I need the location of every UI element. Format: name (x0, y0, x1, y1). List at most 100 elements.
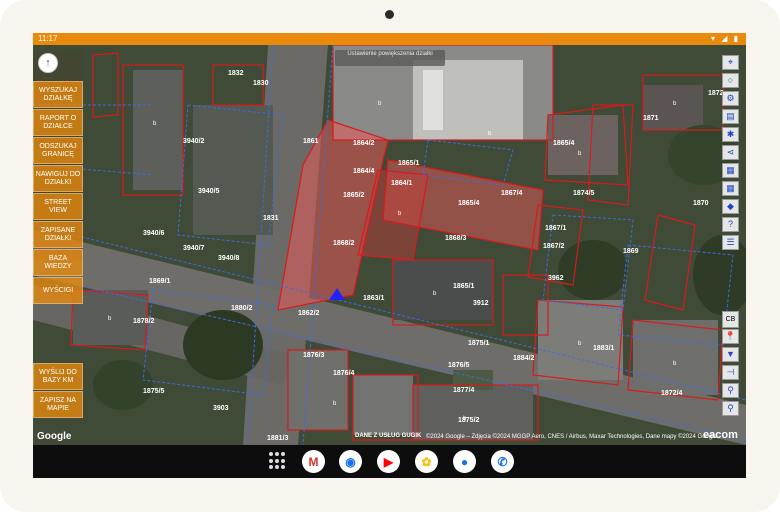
satellite-map[interactable]: 3940/2 3940/5 3940/7 3940/8 3940/6 1861 … (33, 45, 746, 445)
settings-icon[interactable]: ⚙ (722, 91, 739, 106)
screen: 11:17 ▾ ◢ ▮ 3940/2 3940/5 3940/7 3940/8 … (33, 33, 746, 478)
layers-icon[interactable]: ▤ (722, 109, 739, 124)
parcel-label: 1832 (228, 70, 244, 77)
parcel-label: 3940/8 (218, 255, 240, 262)
parcel-label: 1878/2 (133, 318, 155, 325)
menu-saved-parcels[interactable]: ZAPISANE DZIAŁKI (33, 221, 83, 248)
parcel-label: 1876/5 (448, 362, 470, 369)
parcel-label: 1876/3 (303, 352, 325, 359)
parcel-label: 1831 (263, 215, 279, 222)
parcel-label: 1880/2 (231, 305, 253, 312)
menu-send-to-km[interactable]: WYŚLIJ DO BAZY KM (33, 363, 83, 390)
parcel-label: 1870 (693, 200, 709, 207)
status-bar: 11:17 ▾ ◢ ▮ (33, 33, 746, 45)
parcel-label: 1871 (643, 115, 659, 122)
parcel-label: 1865/1 (398, 160, 420, 167)
help-icon[interactable]: ? (722, 217, 739, 232)
parcel-label: 1868/3 (445, 235, 467, 242)
parcel-label: 1869/1 (149, 278, 171, 285)
status-time: 11:17 (38, 34, 58, 43)
photos-icon[interactable]: ✿ (415, 450, 438, 473)
parcel-label: 3912 (473, 300, 489, 307)
zoom-toast: Ustawienie powiększenia działki (335, 50, 445, 66)
compass-icon[interactable]: ↑ (38, 53, 58, 73)
parcel-label: 1863/1 (363, 295, 385, 302)
brand-logo: eacom (703, 429, 738, 441)
parcel-label: 3940/6 (143, 230, 165, 237)
parcel-label: 1869 (623, 248, 639, 255)
front-camera (385, 10, 394, 19)
locate-icon[interactable]: ⌖ (722, 55, 739, 70)
dane-label: DANE Z USŁUG GUGIK (355, 433, 422, 439)
parcel-label: 1867/4 (501, 190, 523, 197)
parcel-label: 1864/1 (391, 180, 413, 187)
parcel-label: 1875/5 (143, 388, 165, 395)
map-view[interactable]: 3940/2 3940/5 3940/7 3940/8 3940/6 1861 … (33, 45, 746, 445)
menu-save-on-map[interactable]: ZAPISZ NA MAPIE (33, 391, 83, 418)
youtube-icon[interactable]: ▶ (377, 450, 400, 473)
menu-street-view[interactable]: STREET VIEW (33, 193, 83, 220)
zoom-in-icon[interactable]: ⚲ (722, 383, 739, 398)
parcel-label: 1864/2 (353, 140, 375, 147)
parcel-label: 1865/1 (453, 283, 475, 290)
chrome-icon[interactable]: ◉ (339, 450, 362, 473)
gmail-glyph: M (308, 454, 319, 469)
parcel-label: 1865/2 (343, 192, 365, 199)
circle-icon[interactable]: ○ (722, 73, 739, 88)
menu-search-parcel[interactable]: WYSZUKAJ DZIAŁKĘ (33, 81, 83, 108)
marker-icon[interactable]: ▼ (722, 347, 739, 362)
parcel-label: 1865/4 (458, 200, 480, 207)
tablet-frame: 11:17 ▾ ◢ ▮ 3940/2 3940/5 3940/7 3940/8 … (0, 0, 780, 512)
youtube-glyph: ▶ (383, 454, 394, 469)
parcel-label: 1868/2 (333, 240, 355, 247)
menu-parcel-report[interactable]: RAPORT O DZIAŁCE (33, 109, 83, 136)
parcel-label: 1862/2 (298, 310, 320, 317)
messages-icon[interactable]: ● (453, 450, 476, 473)
app-drawer-icon[interactable] (269, 452, 287, 470)
parcel-label: 3940/2 (183, 138, 205, 145)
taskbar: M ◉ ▶ ✿ ● ✆ (33, 445, 746, 478)
phone-icon[interactable]: ✆ (491, 450, 514, 473)
parcel-label: 1867/2 (543, 243, 565, 250)
parcel-label: 1875/2 (458, 417, 480, 424)
parcel-label: 1861 (303, 138, 319, 145)
menu-find-boundary[interactable]: ODSZUKAJ GRANICĘ (33, 137, 83, 164)
menu-knowledge-base[interactable]: BAZA WIEDZY (33, 249, 83, 276)
parcel-label: 1830 (253, 80, 269, 87)
parcel-label: 1874/5 (573, 190, 595, 197)
bug-icon[interactable]: ✱ (722, 127, 739, 142)
parcel-label: 1864/4 (353, 168, 375, 175)
grid-icon[interactable]: ▦ (722, 181, 739, 196)
parcel-label: 1883/1 (593, 345, 615, 352)
parcel-label: 3940/5 (198, 188, 220, 195)
google-logo: Google (37, 431, 72, 442)
parcel-label: 3962 (548, 275, 564, 282)
parcel-label: 3940/7 (183, 245, 205, 252)
map-attribution[interactable]: ©2024 Google – Zdjęcia ©2024 MGGP Aero, … (426, 434, 717, 440)
parcel-label: 1865/4 (553, 140, 575, 147)
parcel-label: 1875/1 (468, 340, 490, 347)
menu-races[interactable]: WYŚCIGI (33, 277, 83, 304)
parcel-label: 1876/4 (333, 370, 355, 377)
photos-glyph: ✿ (421, 454, 432, 469)
pin-icon[interactable]: 📍 (722, 329, 739, 344)
parcel-label: 1881/3 (267, 435, 289, 442)
messages-glyph: ● (460, 454, 469, 469)
list-icon[interactable]: ☰ (722, 235, 739, 250)
parcel-label: 3903 (213, 405, 229, 412)
status-icons: ▾ ◢ ▮ (710, 34, 740, 43)
document-icon[interactable]: ▦ (722, 163, 739, 178)
parcel-label: 1884/2 (513, 355, 535, 362)
zoom-out-icon[interactable]: ⚲ (722, 401, 739, 416)
phone-glyph: ✆ (497, 454, 508, 469)
chrome-glyph: ◉ (345, 454, 356, 469)
menu-navigate[interactable]: NAWIGUJ DO DZIAŁKI (33, 165, 83, 192)
gmail-icon[interactable]: M (302, 450, 325, 473)
parcel-label: 1877/4 (453, 387, 475, 394)
share-icon[interactable]: ⋖ (722, 145, 739, 160)
orientation-label: CB (722, 311, 739, 328)
parcel-label: 1867/1 (545, 225, 567, 232)
stack-icon[interactable]: ◆ (722, 199, 739, 214)
parcel-label: 1872/4 (661, 390, 683, 397)
ruler-icon[interactable]: ⊣ (722, 365, 739, 380)
